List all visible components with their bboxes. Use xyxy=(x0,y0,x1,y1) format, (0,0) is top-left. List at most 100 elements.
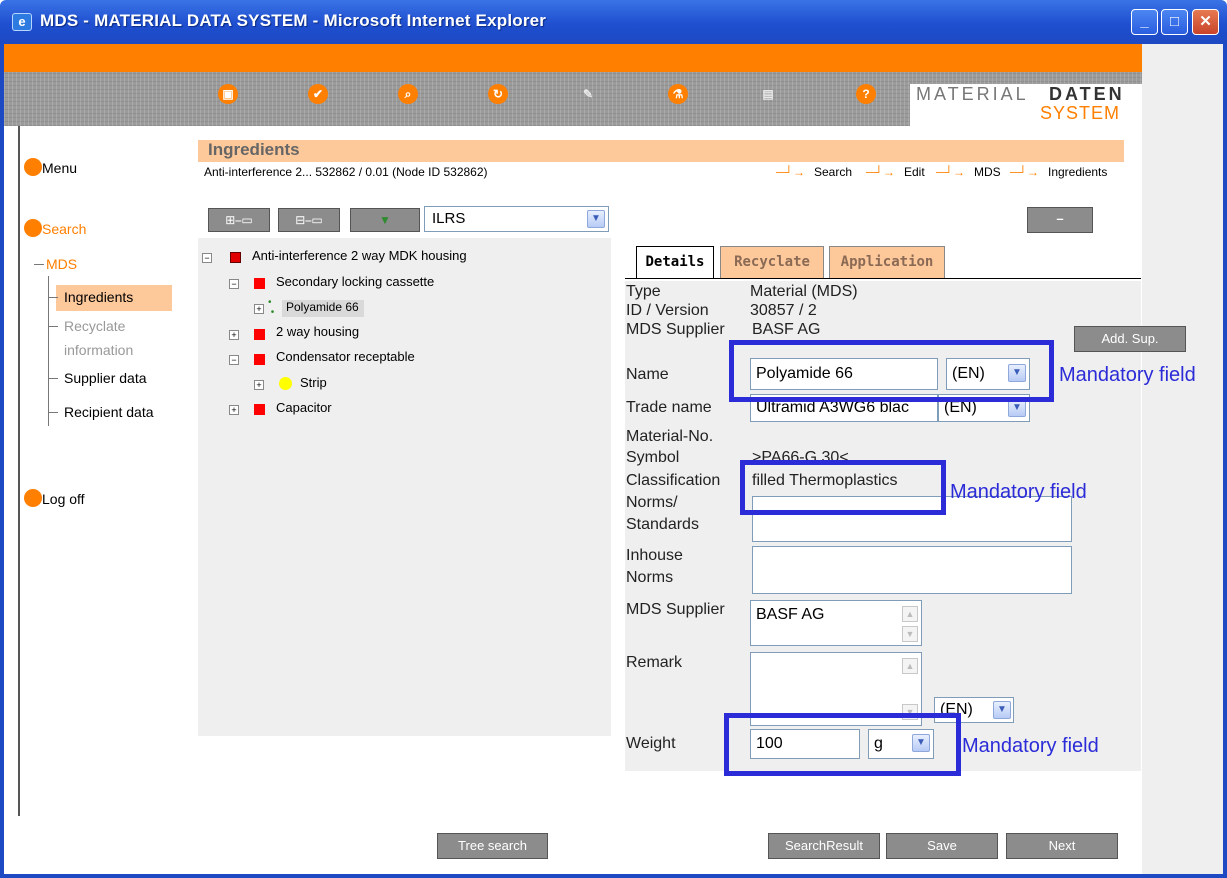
tab-underline xyxy=(625,278,1141,279)
nav-item-supplier-data[interactable]: Supplier data xyxy=(64,370,147,386)
check-icon[interactable]: ✔ xyxy=(308,84,328,104)
tree-node-root[interactable]: Anti-interference 2 way MDK housing xyxy=(252,248,467,263)
window-frame-left xyxy=(0,44,4,878)
norms-label: Norms/ xyxy=(626,494,678,511)
breadcrumb-search[interactable]: Search xyxy=(814,165,852,179)
classification-label: Classification xyxy=(626,472,721,489)
nav-tick xyxy=(48,412,58,413)
scroll-up-icon[interactable]: ▲ xyxy=(902,606,918,622)
type-label: Type xyxy=(626,283,661,300)
supplier-textarea[interactable]: BASF AG xyxy=(750,600,922,646)
flask-icon[interactable]: ⚗ xyxy=(668,84,688,104)
add-supplier-button[interactable]: Add. Sup. xyxy=(1074,326,1186,352)
chevron-down-icon[interactable]: ▼ xyxy=(993,701,1011,719)
expand-node-icon[interactable]: + xyxy=(254,304,264,314)
tab-application[interactable]: Application xyxy=(829,246,945,279)
nav-item-recyclate-line2[interactable]: information xyxy=(64,342,133,358)
breadcrumb-edit[interactable]: Edit xyxy=(904,165,925,179)
node-red-square-icon xyxy=(254,329,265,340)
brand-word-daten: DATEN xyxy=(1049,84,1125,104)
refresh-icon[interactable]: ↻ xyxy=(488,84,508,104)
search-icon[interactable]: ⌕ xyxy=(398,84,418,104)
nav-sub-rail xyxy=(48,276,49,426)
search-result-button[interactable]: SearchResult xyxy=(768,833,880,859)
tree-node-condensator[interactable]: Condensator receptable xyxy=(276,349,415,364)
mandatory-field-note: Mandatory field xyxy=(962,735,1099,757)
window-frame-bottom xyxy=(0,874,1227,878)
tab-recyclate[interactable]: Recyclate xyxy=(720,246,824,279)
inhouse-norms-label-line2: Norms xyxy=(626,569,674,586)
scroll-up-icon[interactable]: ▲ xyxy=(902,658,918,674)
section-header xyxy=(198,140,1124,162)
next-button[interactable]: Next xyxy=(1006,833,1118,859)
breadcrumb-arrow-icon: ─┘→ xyxy=(936,165,966,179)
nav-tick xyxy=(48,297,58,298)
app-header-bar xyxy=(4,44,1142,72)
pen-icon[interactable]: ✎ xyxy=(578,84,598,104)
ilrs-select-value: ILRS xyxy=(432,210,466,227)
name-label: Name xyxy=(626,366,669,383)
tree-search-button[interactable]: Tree search xyxy=(437,833,548,859)
breadcrumb-mds[interactable]: MDS xyxy=(974,165,1001,179)
tab-details[interactable]: Details xyxy=(636,246,714,279)
node-dots-icon: • • xyxy=(268,297,275,318)
tree-node-2-way-housing[interactable]: 2 way housing xyxy=(276,324,359,339)
breadcrumb-arrow-icon: ─┘→ xyxy=(866,165,896,179)
scroll-down-icon[interactable]: ▼ xyxy=(902,626,918,642)
save-icon[interactable]: ▣ xyxy=(218,84,238,104)
node-red-square-icon xyxy=(254,278,265,289)
expand-node-icon[interactable]: + xyxy=(229,330,239,340)
id-version-label: ID / Version xyxy=(626,302,709,319)
trade-name-label: Trade name xyxy=(626,399,712,416)
nav-tick xyxy=(34,264,44,265)
type-value: Material (MDS) xyxy=(750,283,858,300)
breadcrumb-ingredients[interactable]: Ingredients xyxy=(1048,165,1107,179)
nav-item-recyclate[interactable]: Recyclate xyxy=(64,318,125,334)
inhouse-norms-textarea[interactable] xyxy=(752,546,1072,594)
nav-tick xyxy=(48,378,58,379)
expand-tree-button[interactable]: ⊞⎯▭ xyxy=(208,208,270,232)
filter-button[interactable]: ▼ xyxy=(350,208,420,232)
help-icon[interactable]: ? xyxy=(856,84,876,104)
mandatory-highlight-weight xyxy=(724,713,961,776)
logoff-bullet-icon xyxy=(24,489,42,507)
norms-label-line2: Standards xyxy=(626,516,699,533)
supplier-label: MDS Supplier xyxy=(626,601,725,618)
chevron-down-icon[interactable]: ▼ xyxy=(587,210,605,228)
window-title: MDS - MATERIAL DATA SYSTEM - Microsoft I… xyxy=(40,11,547,30)
tree-node-secondary-locking[interactable]: Secondary locking cassette xyxy=(276,274,434,289)
tree-node-polyamide[interactable]: Polyamide 66 xyxy=(286,300,359,314)
mds-supplier-label: MDS Supplier xyxy=(626,321,725,338)
mandatory-highlight-name xyxy=(729,340,1054,402)
nav-item-mds[interactable]: MDS xyxy=(46,256,77,272)
collapse-node-icon[interactable]: − xyxy=(229,279,239,289)
expand-node-icon[interactable]: + xyxy=(254,380,264,390)
maximize-button[interactable]: □ xyxy=(1161,9,1188,35)
nav-item-menu[interactable]: Menu xyxy=(42,160,77,176)
breadcrumb-arrow-icon: ─┘→ xyxy=(1010,165,1040,179)
expand-node-icon[interactable]: + xyxy=(229,405,239,415)
nav-item-log-off[interactable]: Log off xyxy=(42,491,85,507)
node-info: Anti-interference 2... 532862 / 0.01 (No… xyxy=(204,165,488,179)
minimize-panel-button[interactable]: – xyxy=(1027,207,1093,233)
nav-item-search[interactable]: Search xyxy=(42,221,86,237)
weight-label: Weight xyxy=(626,735,676,752)
collapse-node-icon[interactable]: − xyxy=(229,355,239,365)
collapse-node-icon[interactable]: − xyxy=(202,253,212,263)
mandatory-highlight-classification xyxy=(740,460,946,515)
node-red-square-icon xyxy=(254,354,265,365)
window-frame-right xyxy=(1223,44,1227,878)
nav-item-recipient-data[interactable]: Recipient data xyxy=(64,404,154,420)
tree-node-capacitor[interactable]: Capacitor xyxy=(276,400,332,415)
minimize-button[interactable]: _ xyxy=(1131,9,1158,35)
print-icon[interactable]: ▤ xyxy=(758,84,778,104)
collapse-tree-button[interactable]: ⊟⎯▭ xyxy=(278,208,340,232)
breadcrumb-arrow-icon: ─┘→ xyxy=(776,165,806,179)
material-no-label: Material-No. xyxy=(626,428,714,445)
page-title: Ingredients xyxy=(208,140,300,159)
nav-item-ingredients[interactable]: Ingredients xyxy=(64,289,133,305)
tree-node-strip[interactable]: Strip xyxy=(300,375,327,390)
close-button[interactable]: ✕ xyxy=(1192,9,1219,35)
symbol-label: Symbol xyxy=(626,449,680,466)
save-button[interactable]: Save xyxy=(886,833,998,859)
